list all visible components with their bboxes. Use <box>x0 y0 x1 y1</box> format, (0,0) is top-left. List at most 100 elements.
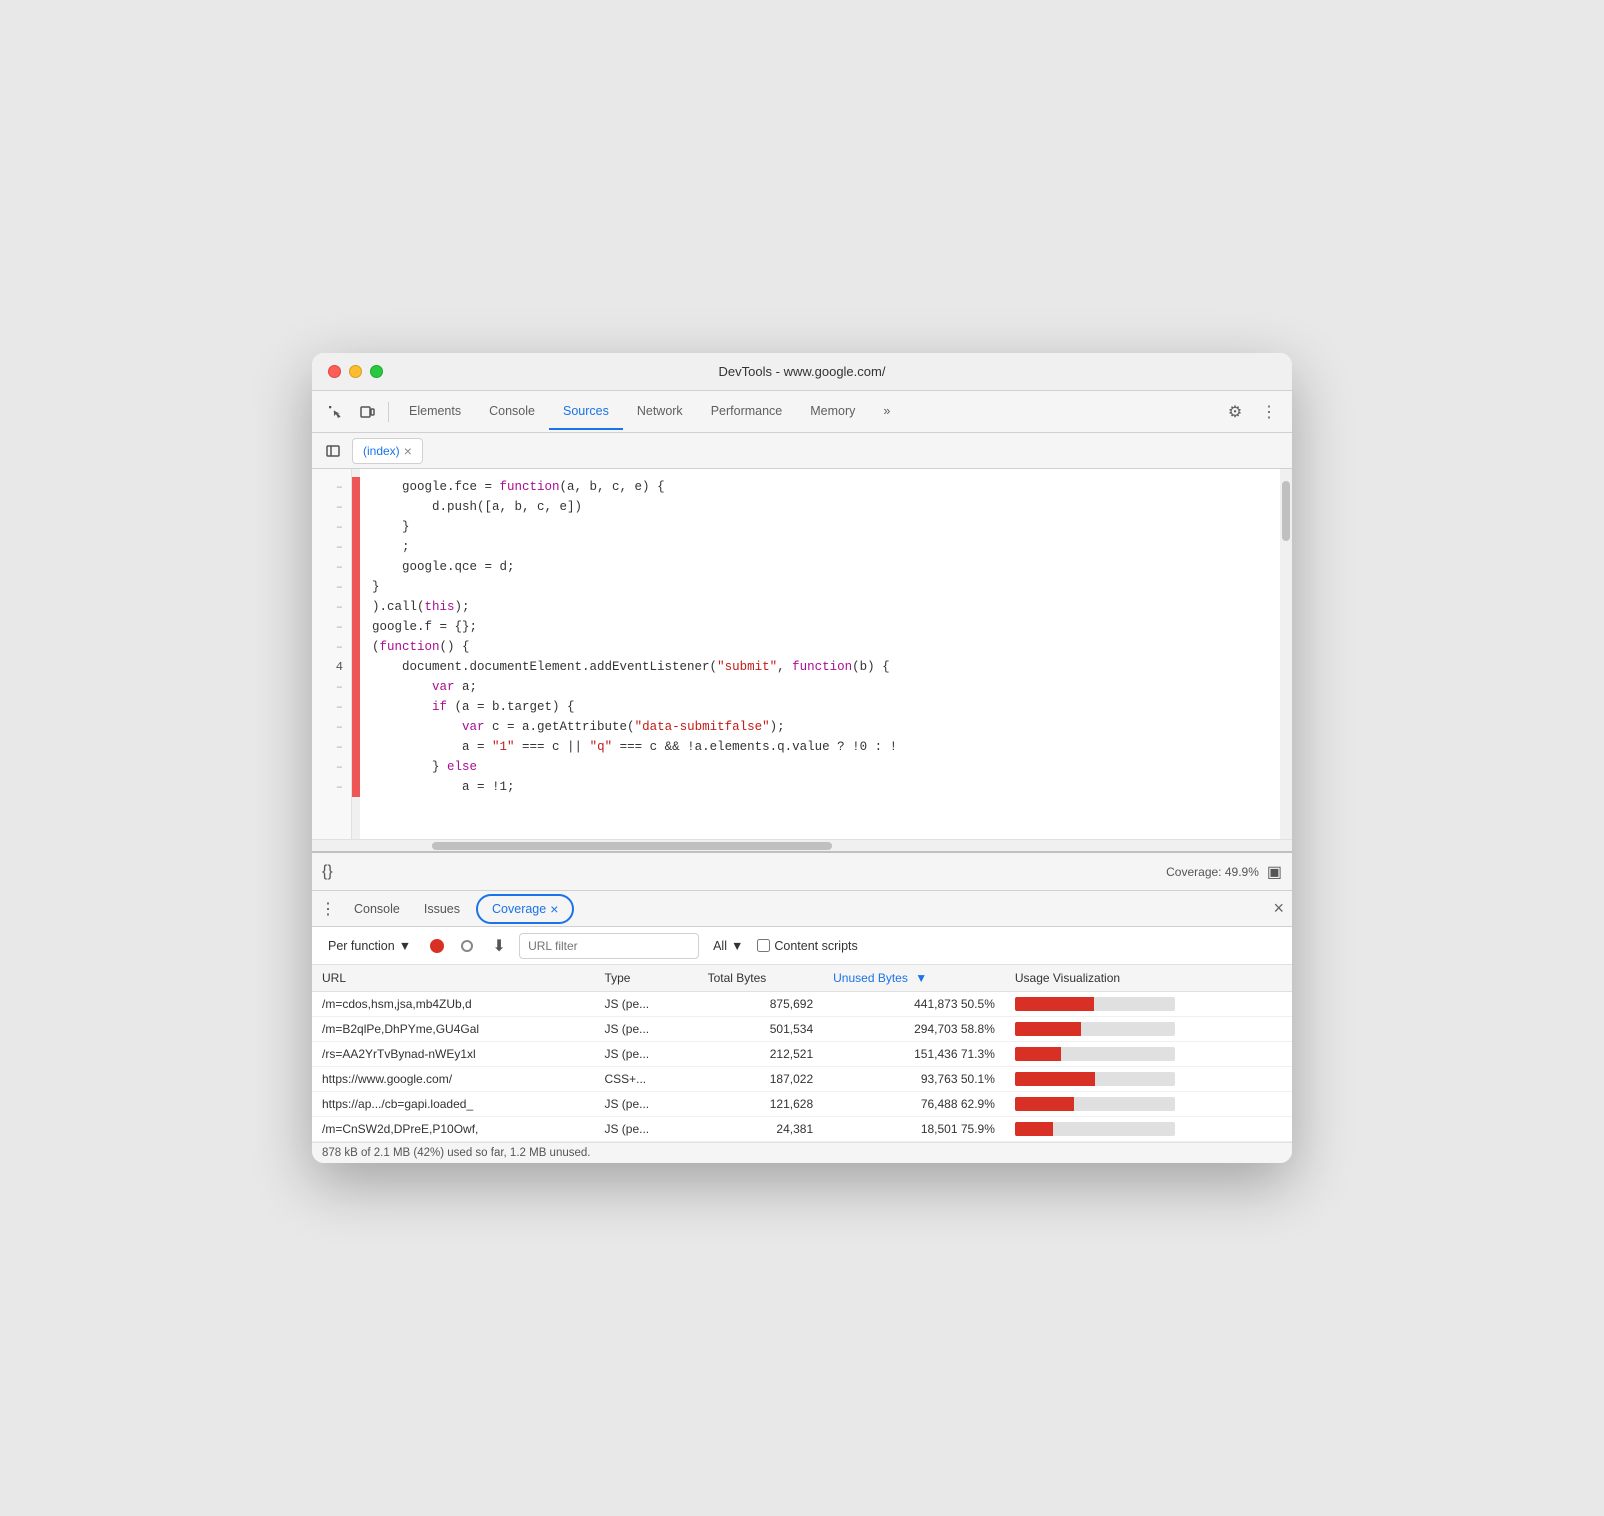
coverage-percent-label: Coverage: 49.9% <box>1166 865 1259 879</box>
col-total-bytes[interactable]: Total Bytes <box>698 965 824 992</box>
toolbar-right: ⚙ ⋮ <box>1220 397 1284 427</box>
close-button[interactable] <box>328 365 341 378</box>
minimize-button[interactable] <box>349 365 362 378</box>
usage-used-bar <box>1015 997 1094 1011</box>
cell-type: JS (pe... <box>594 1017 697 1042</box>
col-usage-viz[interactable]: Usage Visualization <box>1005 965 1292 992</box>
usage-bar <box>1015 997 1175 1011</box>
col-type[interactable]: Type <box>594 965 697 992</box>
more-tabs-icon[interactable]: ⋮ <box>320 899 336 919</box>
col-url[interactable]: URL <box>312 965 594 992</box>
screenshot-icon[interactable]: ▣ <box>1267 862 1282 882</box>
record-icon <box>430 939 444 953</box>
cell-url: /rs=AA2YrTvBynad-nWEy1xl <box>312 1042 594 1067</box>
cell-total-bytes: 121,628 <box>698 1092 824 1117</box>
usage-used-bar <box>1015 1047 1061 1061</box>
table-row[interactable]: /m=CnSW2d,DPreE,P10Owf, JS (pe... 24,381… <box>312 1117 1292 1142</box>
code-line: ; <box>372 537 1280 557</box>
cell-usage-viz <box>1005 1117 1292 1142</box>
toggle-sidebar-icon[interactable] <box>320 438 346 464</box>
cell-usage-viz <box>1005 1067 1292 1092</box>
coverage-tab-close-icon[interactable]: × <box>550 901 558 917</box>
tab-memory[interactable]: Memory <box>796 394 869 430</box>
tab-performance[interactable]: Performance <box>697 394 797 430</box>
maximize-button[interactable] <box>370 365 383 378</box>
all-dropdown-button[interactable]: All ▼ <box>705 935 751 957</box>
cell-usage-viz <box>1005 992 1292 1017</box>
file-tab-name: (index) <box>363 444 400 458</box>
tab-issues-bottom[interactable]: Issues <box>412 894 472 924</box>
code-lines[interactable]: google.fce = function(a, b, c, e) { d.pu… <box>360 469 1280 839</box>
table-row[interactable]: https://www.google.com/ CSS+... 187,022 … <box>312 1067 1292 1092</box>
cell-type: JS (pe... <box>594 1042 697 1067</box>
tab-console[interactable]: Console <box>475 394 549 430</box>
line-num: – <box>312 497 351 517</box>
code-line: google.fce = function(a, b, c, e) { <box>372 477 1280 497</box>
stop-button[interactable] <box>455 934 479 958</box>
record-button[interactable] <box>425 934 449 958</box>
table-row[interactable]: /rs=AA2YrTvBynad-nWEy1xl JS (pe... 212,5… <box>312 1042 1292 1067</box>
code-line: var a; <box>372 677 1280 697</box>
cell-type: JS (pe... <box>594 1117 697 1142</box>
code-line: } else <box>372 757 1280 777</box>
cell-total-bytes: 501,534 <box>698 1017 824 1042</box>
scrollbar-thumb[interactable] <box>1282 481 1290 541</box>
more-options-icon[interactable]: ⋮ <box>1254 397 1284 427</box>
line-num: – <box>312 717 351 737</box>
braces-icon[interactable]: {} <box>322 863 333 881</box>
device-toolbar-icon[interactable] <box>352 397 382 427</box>
table-header-row: URL Type Total Bytes Unused Bytes ▼ Usag… <box>312 965 1292 992</box>
file-tab[interactable]: (index) × <box>352 438 423 464</box>
usage-bar <box>1015 1097 1175 1111</box>
table-row[interactable]: https://ap.../cb=gapi.loaded_ JS (pe... … <box>312 1092 1292 1117</box>
content-scripts-checkbox[interactable] <box>757 939 770 952</box>
col-unused-bytes[interactable]: Unused Bytes ▼ <box>823 965 1005 992</box>
table-row[interactable]: /m=B2qlPe,DhPYme,GU4Gal JS (pe... 501,53… <box>312 1017 1292 1042</box>
h-scrollbar-thumb[interactable] <box>432 842 832 850</box>
dropdown-arrow-icon: ▼ <box>399 939 411 953</box>
cell-url: /m=B2qlPe,DhPYme,GU4Gal <box>312 1017 594 1042</box>
per-function-button[interactable]: Per function ▼ <box>320 935 419 957</box>
settings-icon[interactable]: ⚙ <box>1220 397 1250 427</box>
title-bar: DevTools - www.google.com/ <box>312 353 1292 391</box>
cell-usage-viz <box>1005 1017 1292 1042</box>
code-line: a = "1" === c || "q" === c && !a.element… <box>372 737 1280 757</box>
file-tab-close-icon[interactable]: × <box>404 443 412 459</box>
toolbar-divider <box>388 402 389 422</box>
line-num: – <box>312 557 351 577</box>
download-button[interactable]: ⬇ <box>485 932 513 960</box>
devtools-toolbar: Elements Console Sources Network Perform… <box>312 391 1292 433</box>
window-title: DevTools - www.google.com/ <box>719 364 886 379</box>
tab-network[interactable]: Network <box>623 394 697 430</box>
coverage-controls: Per function ▼ ⬇ All ▼ Content scripts <box>312 927 1292 965</box>
content-scripts-label[interactable]: Content scripts <box>757 939 857 953</box>
coverage-segment <box>352 477 360 797</box>
all-dropdown-arrow: ▼ <box>731 939 743 953</box>
close-panel-button[interactable]: × <box>1273 898 1284 919</box>
table-row[interactable]: /m=cdos,hsm,jsa,mb4ZUb,d JS (pe... 875,6… <box>312 992 1292 1017</box>
tabs-bar: ⋮ Console Issues Coverage × × <box>312 891 1292 927</box>
tab-console-bottom[interactable]: Console <box>342 894 412 924</box>
tab-coverage-bottom[interactable]: Coverage × <box>476 894 574 924</box>
cell-url: /m=cdos,hsm,jsa,mb4ZUb,d <box>312 992 594 1017</box>
line-num: – <box>312 517 351 537</box>
tab-more[interactable]: » <box>869 394 904 430</box>
code-line: var c = a.getAttribute("data-submitfalse… <box>372 717 1280 737</box>
code-line: google.f = {}; <box>372 617 1280 637</box>
usage-bar <box>1015 1022 1175 1036</box>
devtools-window: DevTools - www.google.com/ Elements Cons… <box>312 353 1292 1163</box>
line-numbers: – – – – – – – – – 4 – – – – – – <box>312 469 352 839</box>
code-area: – – – – – – – – – 4 – – – – – – google.f… <box>312 469 1292 839</box>
tab-sources[interactable]: Sources <box>549 394 623 430</box>
usage-used-bar <box>1015 1022 1081 1036</box>
line-num: – <box>312 577 351 597</box>
horizontal-scrollbar[interactable] <box>312 839 1292 851</box>
code-line: d.push([a, b, c, e]) <box>372 497 1280 517</box>
tab-elements[interactable]: Elements <box>395 394 475 430</box>
vertical-scrollbar[interactable] <box>1280 469 1292 839</box>
code-line: document.documentElement.addEventListene… <box>372 657 1280 677</box>
cell-url: /m=CnSW2d,DPreE,P10Owf, <box>312 1117 594 1142</box>
usage-bar <box>1015 1047 1175 1061</box>
url-filter-input[interactable] <box>519 933 699 959</box>
inspect-element-icon[interactable] <box>320 397 350 427</box>
